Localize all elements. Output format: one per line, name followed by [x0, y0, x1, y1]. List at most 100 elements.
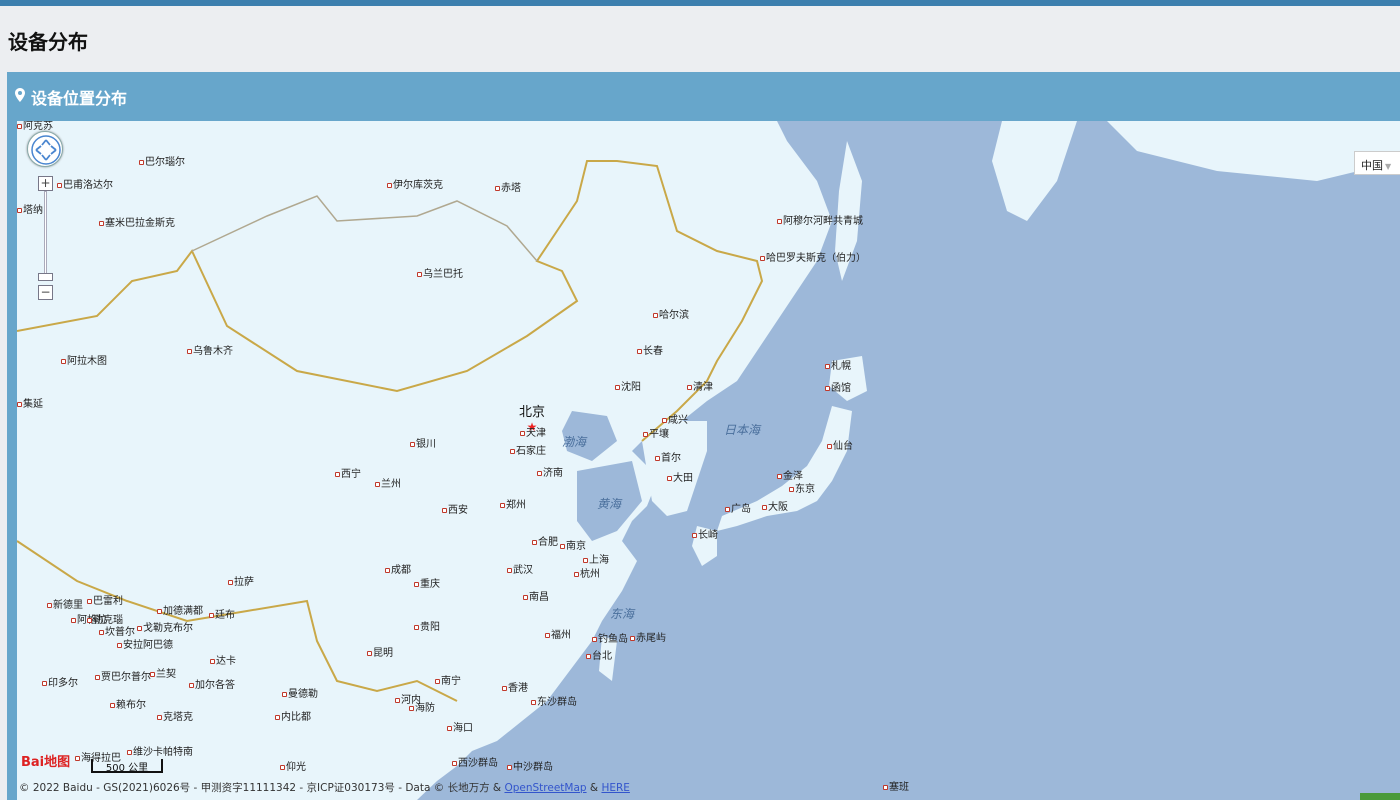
city-name: 哈巴罗夫斯克（伯力）: [766, 253, 866, 264]
city-label: 廷布: [209, 610, 235, 622]
city-dot-icon: [99, 629, 104, 635]
city-dot-icon: [586, 653, 591, 659]
city-name: 巴尔瑙尔: [145, 157, 185, 168]
city-label: 仙台: [827, 441, 853, 453]
city-label: 清津: [687, 382, 713, 394]
corner-widget[interactable]: [1360, 793, 1400, 800]
city-dot-icon: [395, 697, 400, 703]
city-dot-icon: [507, 567, 512, 573]
city-dot-icon: [725, 506, 730, 512]
city-dot-icon: [762, 504, 767, 510]
city-dot-icon: [760, 255, 765, 261]
city-name: 克塔克: [163, 712, 193, 723]
city-name: 金泽: [783, 471, 803, 482]
sea-label: 日本海: [724, 423, 761, 437]
city-label: 钓鱼岛: [592, 634, 628, 646]
country-dropdown-value: 中国: [1361, 159, 1383, 172]
city-label: 兰州: [375, 479, 401, 491]
city-name: 咸兴: [668, 415, 688, 426]
city-dot-icon: [500, 502, 505, 508]
city-label: 塞班: [883, 782, 909, 794]
city-name: 东京: [795, 484, 815, 495]
city-name: 札幌: [831, 361, 851, 372]
city-dot-icon: [210, 658, 215, 664]
panel-header: 设备位置分布: [7, 72, 1400, 121]
city-label: 哈尔滨: [653, 310, 689, 322]
top-nav-bar: [0, 0, 1400, 6]
city-dot-icon: [385, 567, 390, 573]
city-dot-icon: [777, 218, 782, 224]
city-name: 中沙群岛: [513, 762, 553, 773]
city-label: 长崎: [692, 530, 718, 542]
city-name: 函馆: [831, 383, 851, 394]
city-name: 安拉阿巴德: [123, 640, 173, 651]
city-label: 济南: [537, 468, 563, 480]
city-dot-icon: [189, 682, 194, 688]
city-label: 东沙群岛: [531, 697, 577, 709]
city-label: 香港: [502, 683, 528, 695]
zoom-slider-handle[interactable]: [38, 273, 53, 281]
city-name: 拉萨: [234, 577, 254, 588]
city-label: 成都: [385, 565, 411, 577]
city-name: 武汉: [513, 565, 533, 576]
city-label: 阿拉木图: [61, 356, 107, 368]
city-dot-icon: [17, 123, 22, 129]
country-dropdown[interactable]: 中国 ▼: [1354, 151, 1400, 175]
pan-control[interactable]: [27, 131, 63, 167]
city-name: 南京: [566, 541, 586, 552]
city-label: 巴尔瑙尔: [139, 157, 185, 169]
city-name: 乌鲁木齐: [193, 346, 233, 357]
city-dot-icon: [47, 602, 52, 608]
city-label: 集延: [17, 399, 43, 411]
map-base-layer: [17, 121, 1400, 800]
city-label: 拉萨: [228, 577, 254, 589]
city-dot-icon: [523, 594, 528, 600]
city-dot-icon: [137, 625, 142, 631]
city-dot-icon: [157, 714, 162, 720]
city-name: 杭州: [580, 569, 600, 580]
city-label: 加德满都: [157, 606, 203, 618]
city-name: 兰州: [381, 479, 401, 490]
panel-title: 设备位置分布: [31, 88, 128, 108]
city-name: 达卡: [216, 656, 236, 667]
city-dot-icon: [228, 579, 233, 585]
city-label: 函馆: [825, 383, 851, 395]
city-name: 平壤: [649, 429, 669, 440]
city-label: 金泽: [777, 471, 803, 483]
city-label: 大阪: [762, 502, 788, 514]
zoom-slider-track[interactable]: [44, 191, 47, 281]
capital-name: 北京: [519, 405, 546, 420]
city-name: 内比都: [281, 712, 311, 723]
city-name: 南昌: [529, 592, 549, 603]
city-dot-icon: [655, 455, 660, 461]
zoom-in-button[interactable]: +: [38, 176, 53, 191]
city-name: 上海: [589, 555, 609, 566]
city-label: 南京: [560, 541, 586, 553]
zoom-out-button[interactable]: −: [38, 285, 53, 300]
baidu-map[interactable]: + − 中国 ▼ 北京 ★ 渤海 黄海 东海 日本海 巴尔瑙尔 巴甫洛达尔 塞米巴拉金斯…: [17, 121, 1400, 800]
city-label: 克塔克: [157, 712, 193, 724]
city-name: 香港: [508, 683, 528, 694]
city-dot-icon: [280, 764, 285, 770]
here-link[interactable]: HERE: [601, 782, 629, 794]
city-label: 上海: [583, 555, 609, 567]
sea-label: 渤海: [562, 435, 587, 449]
city-label: 咸兴: [662, 415, 688, 427]
city-label: 福州: [545, 630, 571, 642]
city-dot-icon: [495, 185, 500, 191]
city-label: 西安: [442, 505, 468, 517]
city-dot-icon: [209, 612, 214, 618]
city-dot-icon: [414, 624, 419, 630]
city-dot-icon: [637, 348, 642, 354]
city-name: 合肥: [538, 537, 558, 548]
city-dot-icon: [510, 448, 515, 454]
openstreetmap-link[interactable]: OpenStreetMap: [504, 782, 586, 794]
city-label: 贾巴尔普尔: [95, 672, 151, 684]
city-name: 阿拉木图: [67, 356, 107, 367]
city-dot-icon: [532, 539, 537, 545]
city-dot-icon: [789, 486, 794, 492]
city-label: 重庆: [414, 579, 440, 591]
city-name: 巴甫洛达尔: [63, 180, 113, 191]
city-label: 乌兰巴托: [417, 269, 463, 281]
city-label: 昆明: [367, 648, 393, 660]
